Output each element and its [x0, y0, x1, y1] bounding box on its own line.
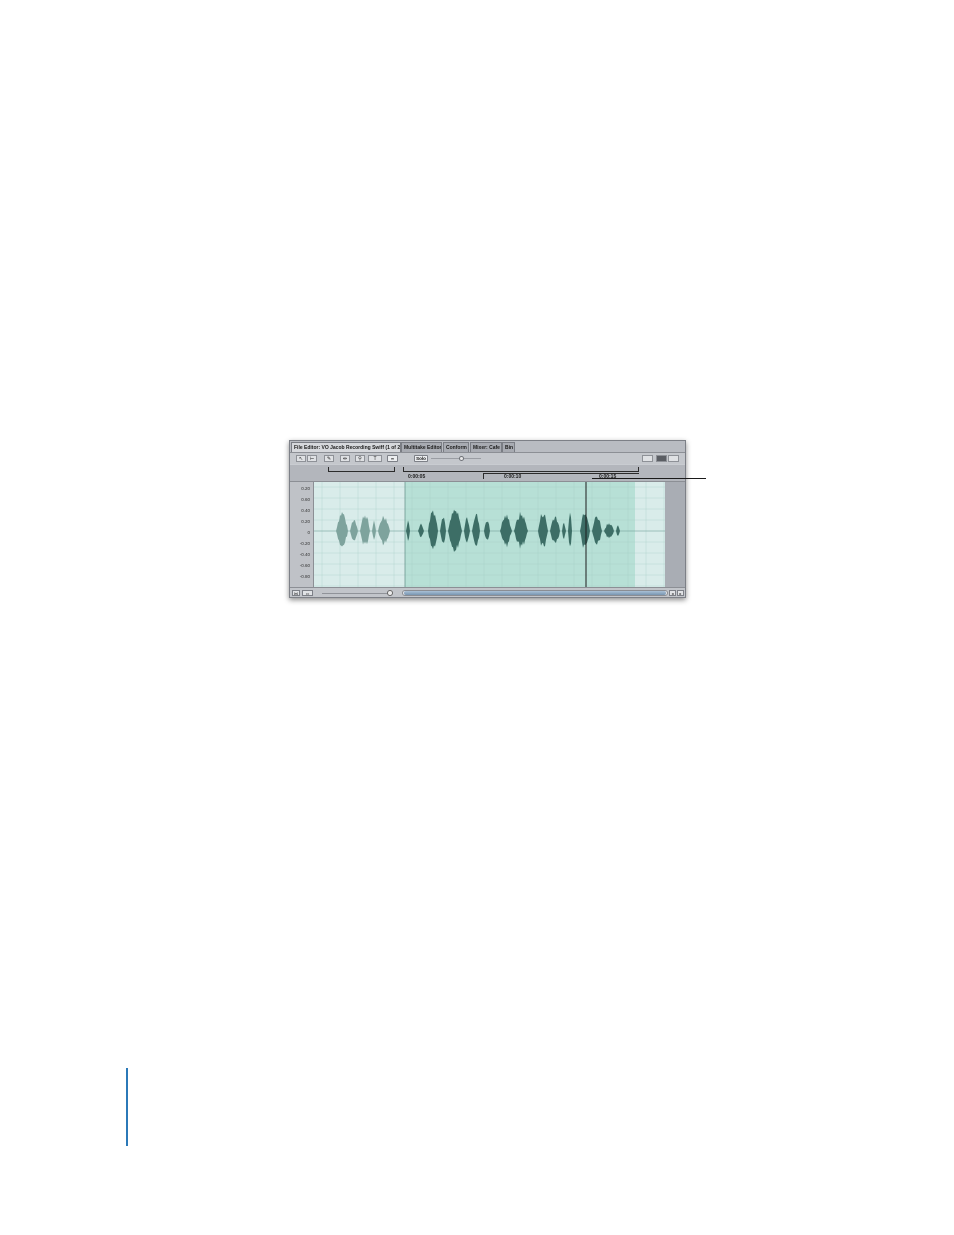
clip-bracket-right — [403, 467, 639, 472]
toolbar: ↖ ⊢ ✎ ⇹ ⚲ T ∞ Solo — [290, 453, 685, 464]
tab-conform[interactable]: Conform — [443, 442, 469, 452]
amplitude-label: 0.60 — [301, 497, 310, 502]
waveform-graphic — [314, 482, 665, 587]
waveform-burst — [336, 512, 348, 547]
view-mode-icon[interactable]: ▭ — [302, 590, 313, 596]
waveform-burst — [372, 520, 376, 540]
spectrum-view-icon[interactable] — [656, 455, 667, 462]
amplitude-label: 0.20 — [301, 519, 310, 524]
scrollbar-thumb[interactable] — [404, 591, 666, 595]
selection-icon[interactable]: ⊢ — [307, 455, 317, 462]
right-gutter — [665, 482, 685, 587]
amplitude-label: -0.20 — [299, 541, 310, 546]
amplitude-label: -0.40 — [299, 552, 310, 557]
view-option-icon[interactable] — [642, 455, 653, 462]
tab-file-editor[interactable]: File Editor: VO Jacob Recording Swiff (1… — [291, 442, 401, 452]
amplitude-axis: 0.20 0.60 0.40 0.20 0 -0.20 -0.40 -0.60 … — [290, 482, 314, 587]
amplitude-label: -0.80 — [299, 574, 310, 579]
waveform-view-icon[interactable] — [668, 455, 679, 462]
amplitude-label: 0.40 — [301, 508, 310, 513]
scroll-left-icon[interactable]: ◂ — [669, 590, 676, 596]
waveform-display[interactable] — [314, 482, 665, 587]
solo-slider-knob[interactable] — [459, 456, 464, 461]
timeline-ruler[interactable]: 0:00:05 0:00:10 0:00:15 — [290, 465, 685, 482]
ruler-tick-label: 0:00:10 — [504, 474, 522, 480]
solo-slider[interactable] — [431, 458, 481, 459]
waveform-burst — [350, 520, 358, 541]
horizontal-scrollbar[interactable] — [402, 590, 668, 596]
text-tool-icon[interactable]: T — [368, 455, 382, 462]
solo-button[interactable]: Solo — [414, 455, 428, 462]
amplitude-label: 0 — [307, 530, 310, 535]
tab-bar: File Editor: VO Jacob Recording Swiff (1… — [290, 441, 685, 453]
pencil-icon[interactable]: ✎ — [324, 455, 334, 462]
bottom-bar: ⋈ ▭ ◂ ▸ — [290, 587, 685, 597]
callout-line — [592, 478, 706, 479]
zoom-slider[interactable] — [322, 593, 392, 594]
amplitude-label: -0.60 — [299, 563, 310, 568]
file-editor-window: File Editor: VO Jacob Recording Swiff (1… — [289, 440, 686, 598]
tab-bin[interactable]: Bin — [502, 442, 515, 452]
margin-rule — [126, 1068, 128, 1146]
clip-bracket-left — [328, 467, 395, 472]
tab-multitake-editor[interactable]: Multitake Editor — [401, 442, 442, 452]
ruler-tick-label: 0:00:15 — [599, 474, 617, 480]
pointer-icon[interactable]: ↖ — [296, 455, 306, 462]
tab-mixer[interactable]: Mixer: Cafe — [470, 442, 502, 452]
amplitude-label: 0.20 — [301, 486, 310, 491]
link-icon[interactable]: ⋈ — [292, 590, 300, 596]
loop-button[interactable]: ∞ — [387, 455, 398, 462]
zoom-slider-knob[interactable] — [387, 590, 393, 596]
scrub-icon[interactable]: ⇹ — [340, 455, 350, 462]
ruler-tick-label: 0:00:05 — [408, 474, 426, 480]
zoom-icon[interactable]: ⚲ — [355, 455, 365, 462]
scroll-right-icon[interactable]: ▸ — [677, 590, 684, 596]
